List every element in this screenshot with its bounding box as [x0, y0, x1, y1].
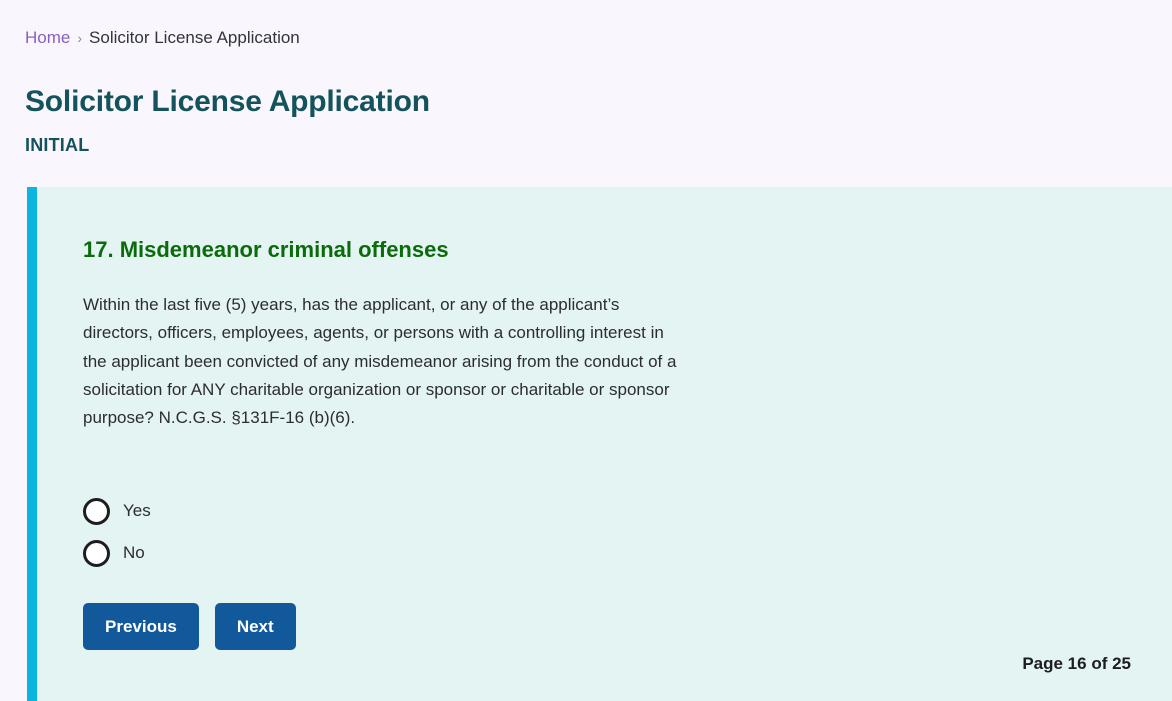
radio-option-no-label: No: [123, 543, 145, 562]
breadcrumb: Home › Solicitor License Application: [25, 26, 300, 50]
question-heading: 17. Misdemeanor criminal offenses: [83, 237, 449, 262]
breadcrumb-home-link[interactable]: Home: [25, 28, 70, 47]
previous-button[interactable]: Previous: [83, 603, 199, 650]
page-counter: Page 16 of 25: [1022, 654, 1131, 673]
page-subtitle: INITIAL: [25, 135, 90, 155]
radio-option-yes-label: Yes: [123, 501, 151, 520]
radio-circle-icon[interactable]: [83, 497, 110, 525]
question-panel: 17. Misdemeanor criminal offenses Within…: [27, 187, 1172, 701]
form-actions: Previous Next: [83, 603, 296, 650]
question-body-text: Within the last five (5) years, has the …: [83, 295, 677, 428]
breadcrumb-separator-icon: ›: [77, 30, 83, 46]
next-button[interactable]: Next: [214, 603, 296, 650]
answer-options-group: Yes No: [83, 496, 263, 580]
radio-circle-icon[interactable]: [83, 539, 110, 567]
radio-option-yes[interactable]: Yes: [83, 496, 263, 526]
page-title: Solicitor License Application: [25, 85, 430, 118]
question-panel-inner: 17. Misdemeanor criminal offenses Within…: [37, 187, 1172, 701]
radio-option-no[interactable]: No: [83, 538, 263, 568]
breadcrumb-current: Solicitor License Application: [89, 28, 300, 47]
